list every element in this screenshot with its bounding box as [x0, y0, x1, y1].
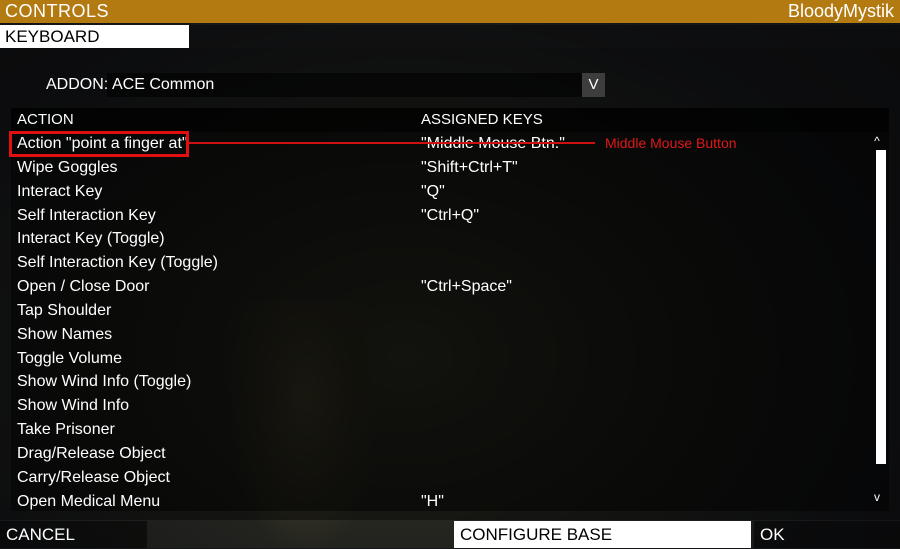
list-rows: Action "point a finger at""Middle Mouse … — [11, 132, 871, 514]
action-name: Tap Shoulder — [17, 301, 112, 319]
action-name: Interact Key — [17, 182, 103, 200]
list-scrollbar[interactable]: ^ v — [865, 133, 889, 511]
action-name: Toggle Volume — [17, 349, 122, 367]
list-item[interactable]: Self Interaction Key "Ctrl+Q" — [11, 204, 871, 228]
assigned-key: "Middle Mouse Btn." — [421, 132, 565, 156]
actions-list: ACTION ASSIGNED KEYS Action "point a fin… — [11, 108, 889, 511]
list-item[interactable]: Interact Key (Toggle) — [11, 227, 871, 251]
annotation-highlight-box — [9, 131, 189, 157]
scroll-thumb[interactable] — [876, 150, 886, 464]
assigned-key: "H" — [421, 492, 444, 510]
action-name: Show Wind Info (Toggle) — [17, 373, 192, 391]
annotation-label: Middle Mouse Button — [605, 135, 737, 151]
action-name: Wipe Goggles — [17, 158, 118, 176]
header-assigned-keys[interactable]: ASSIGNED KEYS — [421, 108, 543, 132]
assigned-key: "Ctrl+Space" — [421, 278, 512, 296]
assigned-key: "Q" — [421, 182, 445, 200]
tab-keyboard[interactable]: KEYBOARD — [0, 25, 189, 48]
configure-base-button[interactable]: CONFIGURE BASE — [454, 521, 751, 548]
ok-button[interactable]: OK — [754, 521, 900, 548]
action-name: Carry/Release Object — [17, 468, 170, 486]
window-title: CONTROLS — [5, 1, 110, 21]
action-name: Open / Close Door — [17, 278, 150, 296]
title-bar: CONTROLS BloodyMystik — [0, 0, 900, 23]
bottom-bar: CANCEL CONFIGURE BASE OK — [0, 521, 900, 548]
list-item[interactable]: Show Wind Info — [11, 394, 871, 418]
tab-strip — [189, 25, 900, 48]
action-name: Take Prisoner — [17, 421, 115, 439]
action-name: Self Interaction Key (Toggle) — [17, 254, 218, 272]
scroll-up-icon[interactable]: ^ — [865, 133, 889, 149]
assigned-key: "Shift+Ctrl+T" — [421, 158, 518, 176]
action-name: Show Names — [17, 325, 113, 343]
username: BloodyMystik — [787, 1, 894, 21]
list-item[interactable]: Show Names — [11, 323, 871, 347]
list-item[interactable]: Take Prisoner — [11, 418, 871, 442]
list-item[interactable]: Wipe Goggles "Shift+Ctrl+T" — [11, 156, 871, 180]
chevron-down-icon[interactable]: V — [582, 73, 605, 97]
action-name: Self Interaction Key — [17, 206, 156, 224]
list-item[interactable]: Toggle Volume — [11, 347, 871, 371]
scroll-down-icon[interactable]: v — [865, 489, 889, 505]
addon-label: ADDON: — [46, 76, 109, 93]
list-item[interactable]: Open / Close Door "Ctrl+Space" — [11, 275, 871, 299]
list-item[interactable]: Interact Key "Q" — [11, 180, 871, 204]
annotation-line — [189, 142, 595, 144]
list-header: ACTION ASSIGNED KEYS — [11, 108, 889, 132]
list-item[interactable]: Carry/Release Object — [11, 466, 871, 490]
list-item[interactable]: Self Interaction Key (Toggle) — [11, 251, 871, 275]
action-name: Open Medical Menu — [17, 492, 161, 510]
list-item[interactable]: Drag/Release Object — [11, 442, 871, 466]
action-name: Show Wind Info — [17, 397, 130, 415]
list-item[interactable]: Open Medical Menu "H" — [11, 490, 871, 514]
assigned-key: "Ctrl+Q" — [421, 206, 480, 224]
action-name: Interact Key (Toggle) — [17, 230, 165, 248]
action-name: Drag/Release Object — [17, 444, 166, 462]
list-item[interactable]: Tap Shoulder — [11, 299, 871, 323]
list-item[interactable]: Show Wind Info (Toggle) — [11, 370, 871, 394]
addon-selected-value: ACE Common — [112, 76, 215, 93]
addon-select[interactable]: ACE Common V — [107, 73, 605, 97]
header-action[interactable]: ACTION — [17, 108, 74, 132]
cancel-button[interactable]: CANCEL — [0, 521, 147, 548]
